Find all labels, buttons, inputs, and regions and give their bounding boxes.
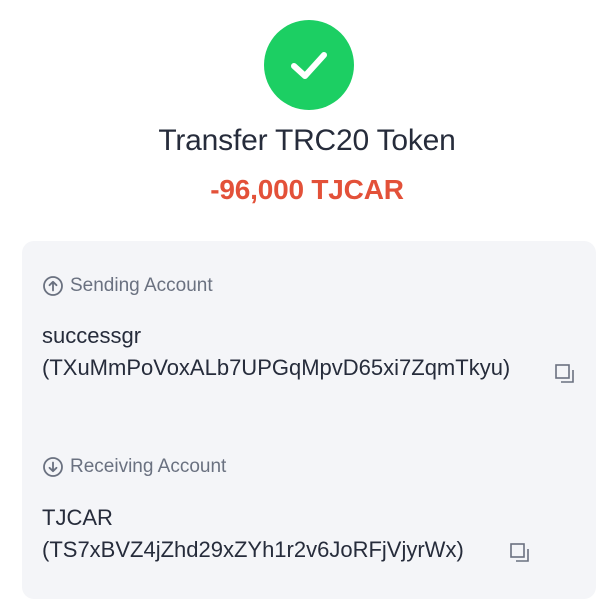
copy-icon[interactable]	[554, 363, 576, 385]
sending-account-value: successgr (TXuMmPoVoxALb7UPGqMpvD65xi7Zq…	[42, 320, 548, 384]
arrow-down-circle-icon	[42, 456, 64, 478]
success-status-icon	[264, 20, 354, 110]
receiving-account-label: Receiving Account	[42, 455, 226, 479]
receiving-account-label-text: Receiving Account	[70, 456, 227, 477]
arrow-up-circle-icon	[42, 275, 64, 297]
copy-icon[interactable]	[509, 542, 531, 564]
checkmark-icon	[291, 52, 327, 79]
receiving-account-name: TJCAR	[42, 505, 113, 530]
receiving-account-value: TJCAR (TS7xBVZ4jZhd29xZYh1r2v6JoRFjVjyrW…	[42, 502, 572, 566]
transaction-details-card: Sending Account successgr (TXuMmPoVoxALb…	[22, 241, 596, 599]
transaction-title: Transfer TRC20 Token	[158, 124, 456, 157]
sending-account-name: successgr	[42, 323, 142, 348]
sending-account-label: Sending Account	[42, 274, 213, 298]
sending-account-address: (TXuMmPoVoxALb7UPGqMpvD65xi7ZqmTkyu)	[42, 355, 511, 380]
sending-account-label-text: Sending Account	[70, 275, 213, 296]
receiving-account-address: (TS7xBVZ4jZhd29xZYh1r2v6JoRFjVjyrWx)	[42, 537, 464, 562]
transfer-amount: -96,000 TJCAR	[210, 174, 404, 205]
